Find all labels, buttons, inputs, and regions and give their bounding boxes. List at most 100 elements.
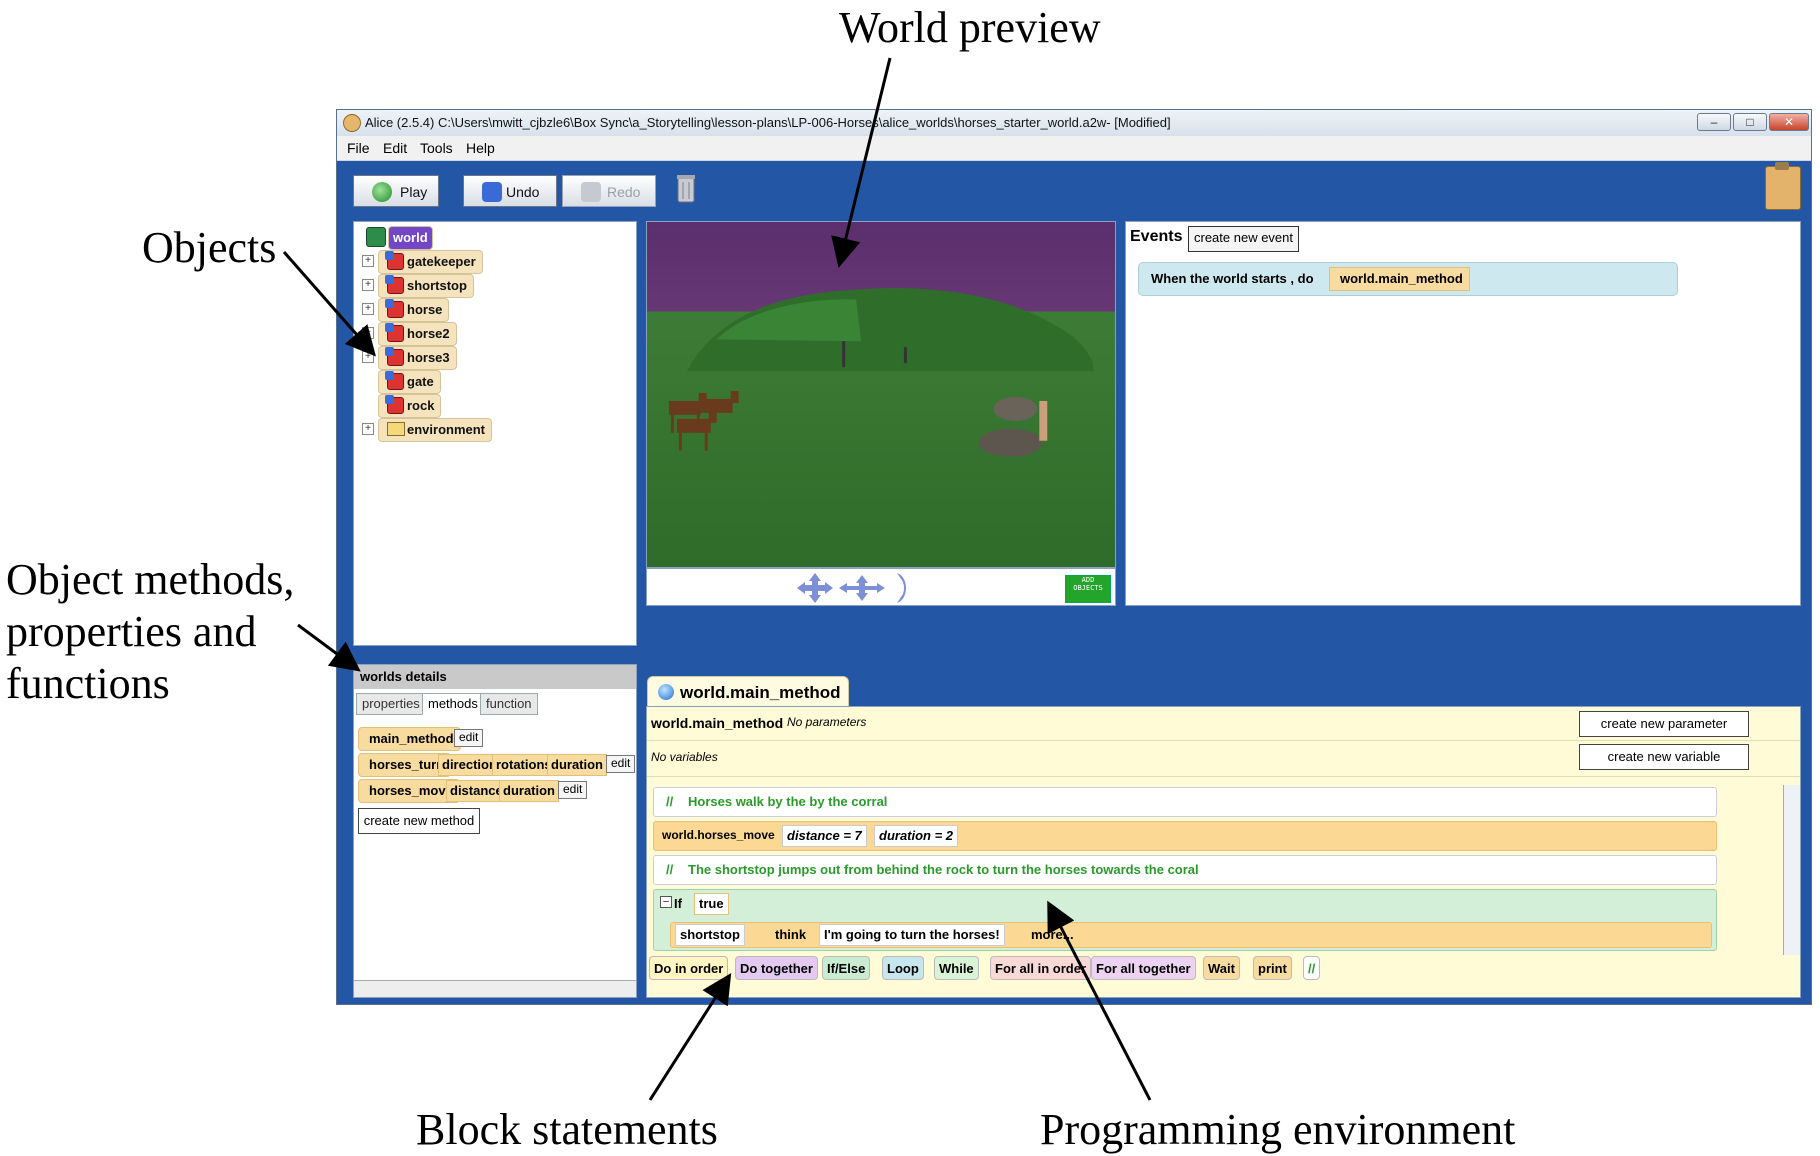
undo-label: Undo — [506, 184, 540, 200]
duration-arg[interactable]: duration = 2 — [874, 825, 959, 847]
block-print[interactable]: print — [1253, 956, 1292, 980]
expand-icon[interactable]: + — [362, 423, 374, 435]
think-line[interactable]: shortstop think I'm going to turn the ho… — [670, 922, 1712, 948]
create-new-method-button[interactable]: create new method — [358, 808, 480, 834]
maximize-button[interactable]: □ — [1733, 113, 1767, 131]
tree-item-label[interactable]: horse2 — [378, 322, 457, 346]
callout-block-statements: Block statements — [416, 1105, 718, 1154]
method-call-line[interactable]: world.horses_move distance = 7 duration … — [653, 821, 1717, 851]
comment-marker: // — [666, 862, 674, 877]
object-icon — [385, 323, 404, 342]
expand-icon[interactable]: + — [362, 351, 374, 363]
menu-edit[interactable]: Edit — [383, 140, 407, 156]
expand-icon[interactable]: + — [362, 327, 374, 339]
details-panel: worlds details properties methods functi… — [353, 664, 637, 998]
think-verb: think — [775, 927, 807, 942]
comment-marker: // — [666, 794, 674, 809]
editor-tab[interactable]: world.main_method — [647, 676, 849, 707]
alice-window: Alice (2.5.4) C:\Users\mwitt_cjbzle6\Box… — [336, 109, 1812, 1005]
no-variables-label: No variables — [651, 750, 718, 764]
block-comment[interactable]: // — [1303, 956, 1321, 980]
comment-line[interactable]: // Horses walk by the by the corral — [653, 787, 1717, 817]
redo-label: Redo — [607, 184, 641, 200]
add-objects-button[interactable]: ADD OBJECTS — [1065, 575, 1111, 603]
undo-button[interactable]: Undo — [463, 175, 557, 207]
create-new-variable-button[interactable]: create new variable — [1579, 744, 1749, 770]
world-preview[interactable] — [646, 221, 1116, 568]
menu-help[interactable]: Help — [466, 140, 495, 156]
create-new-parameter-button[interactable]: create new parameter — [1579, 711, 1749, 737]
folder-icon — [387, 422, 405, 436]
editor-scrollbar[interactable] — [1783, 785, 1800, 955]
block-do-in-order[interactable]: Do in order — [649, 956, 729, 980]
method-editor: world.main_method No parameters create n… — [646, 706, 1801, 998]
method-name[interactable]: horses_move — [358, 779, 460, 803]
think-text[interactable]: I'm going to turn the horses! — [819, 924, 1005, 946]
expand-icon[interactable]: + — [362, 279, 374, 291]
redo-button[interactable]: Redo — [562, 175, 656, 207]
block-while[interactable]: While — [934, 956, 979, 980]
object-tree-panel: world + gatekeeper + shortstop + horse +… — [353, 221, 637, 646]
edit-button[interactable]: edit — [606, 755, 636, 773]
tree-item-label[interactable]: horse3 — [378, 346, 457, 370]
redo-icon — [581, 182, 601, 202]
callout-object-methods-line1: Object methods, — [6, 555, 295, 604]
menu-file[interactable]: File — [347, 140, 370, 156]
expand-icon[interactable]: + — [362, 255, 374, 267]
close-button[interactable]: ✕ — [1769, 113, 1809, 131]
more-menu[interactable]: more... — [1031, 927, 1074, 942]
menu-tools[interactable]: Tools — [420, 140, 453, 156]
collapse-icon[interactable]: – — [660, 896, 672, 908]
world-icon — [366, 227, 386, 247]
tree-item-label[interactable]: horse — [378, 298, 450, 322]
create-new-event-button[interactable]: create new event — [1188, 226, 1300, 252]
minimize-button[interactable]: – — [1697, 113, 1731, 131]
tree-item-label[interactable]: world — [388, 226, 433, 250]
events-panel: Events create new event When the world s… — [1125, 221, 1801, 606]
camera-turn-icon[interactable] — [837, 571, 887, 605]
method-call-name: world.horses_move — [662, 828, 775, 842]
method-name[interactable]: main_method — [358, 727, 461, 751]
camera-move-icon[interactable] — [795, 571, 835, 605]
edit-button[interactable]: edit — [454, 729, 484, 747]
edit-button[interactable]: edit — [558, 781, 588, 799]
clipboard-icon[interactable] — [1765, 162, 1801, 210]
callout-world-preview: World preview — [839, 3, 1101, 52]
if-block[interactable]: – If true shortstop think I'm going to t… — [653, 889, 1717, 951]
play-icon — [372, 182, 392, 202]
tree-item-label[interactable]: shortstop — [378, 274, 474, 298]
trash-icon[interactable] — [677, 173, 695, 203]
comment-line[interactable]: // The shortstop jumps out from behind t… — [653, 855, 1717, 885]
title-bar[interactable]: Alice (2.5.4) C:\Users\mwitt_cjbzle6\Box… — [337, 110, 1811, 137]
camera-tilt-icon[interactable] — [895, 571, 911, 605]
details-scrollbar[interactable] — [354, 980, 636, 997]
tree-item-label[interactable]: rock — [378, 394, 442, 418]
tab-methods[interactable]: methods — [422, 693, 484, 715]
tree-item-label[interactable]: gatekeeper — [378, 250, 483, 274]
editor-tab-label: world.main_method — [680, 683, 841, 702]
if-condition[interactable]: true — [694, 893, 729, 915]
callout-programming-environment: Programming environment — [1040, 1105, 1516, 1154]
event-row[interactable]: When the world starts , do world.main_me… — [1138, 262, 1678, 296]
event-trigger: When the world starts , do — [1151, 271, 1314, 286]
block-wait[interactable]: Wait — [1203, 956, 1240, 980]
block-do-together[interactable]: Do together — [735, 956, 818, 980]
no-parameters-label: No parameters — [787, 715, 867, 729]
distance-arg[interactable]: distance = 7 — [782, 825, 867, 847]
tree-item-label[interactable]: environment — [378, 418, 493, 442]
block-if-else[interactable]: If/Else — [822, 956, 871, 980]
event-method[interactable]: world.main_method — [1329, 267, 1470, 291]
tree-item-label[interactable]: gate — [378, 370, 441, 394]
callout-object-methods-line2: properties and — [6, 607, 257, 656]
think-object[interactable]: shortstop — [675, 924, 745, 946]
callout-objects: Objects — [142, 223, 277, 272]
tab-function[interactable]: function — [480, 693, 538, 715]
expand-icon[interactable]: + — [362, 303, 374, 315]
block-for-all-together[interactable]: For all together — [1091, 956, 1196, 980]
block-for-all-in-order[interactable]: For all in order — [990, 956, 1092, 980]
events-title: Events — [1130, 228, 1183, 245]
block-loop[interactable]: Loop — [882, 956, 924, 980]
play-button[interactable]: Play — [353, 175, 439, 207]
menu-bar: File Edit Tools Help — [337, 136, 1811, 161]
tab-properties[interactable]: properties — [356, 693, 426, 715]
